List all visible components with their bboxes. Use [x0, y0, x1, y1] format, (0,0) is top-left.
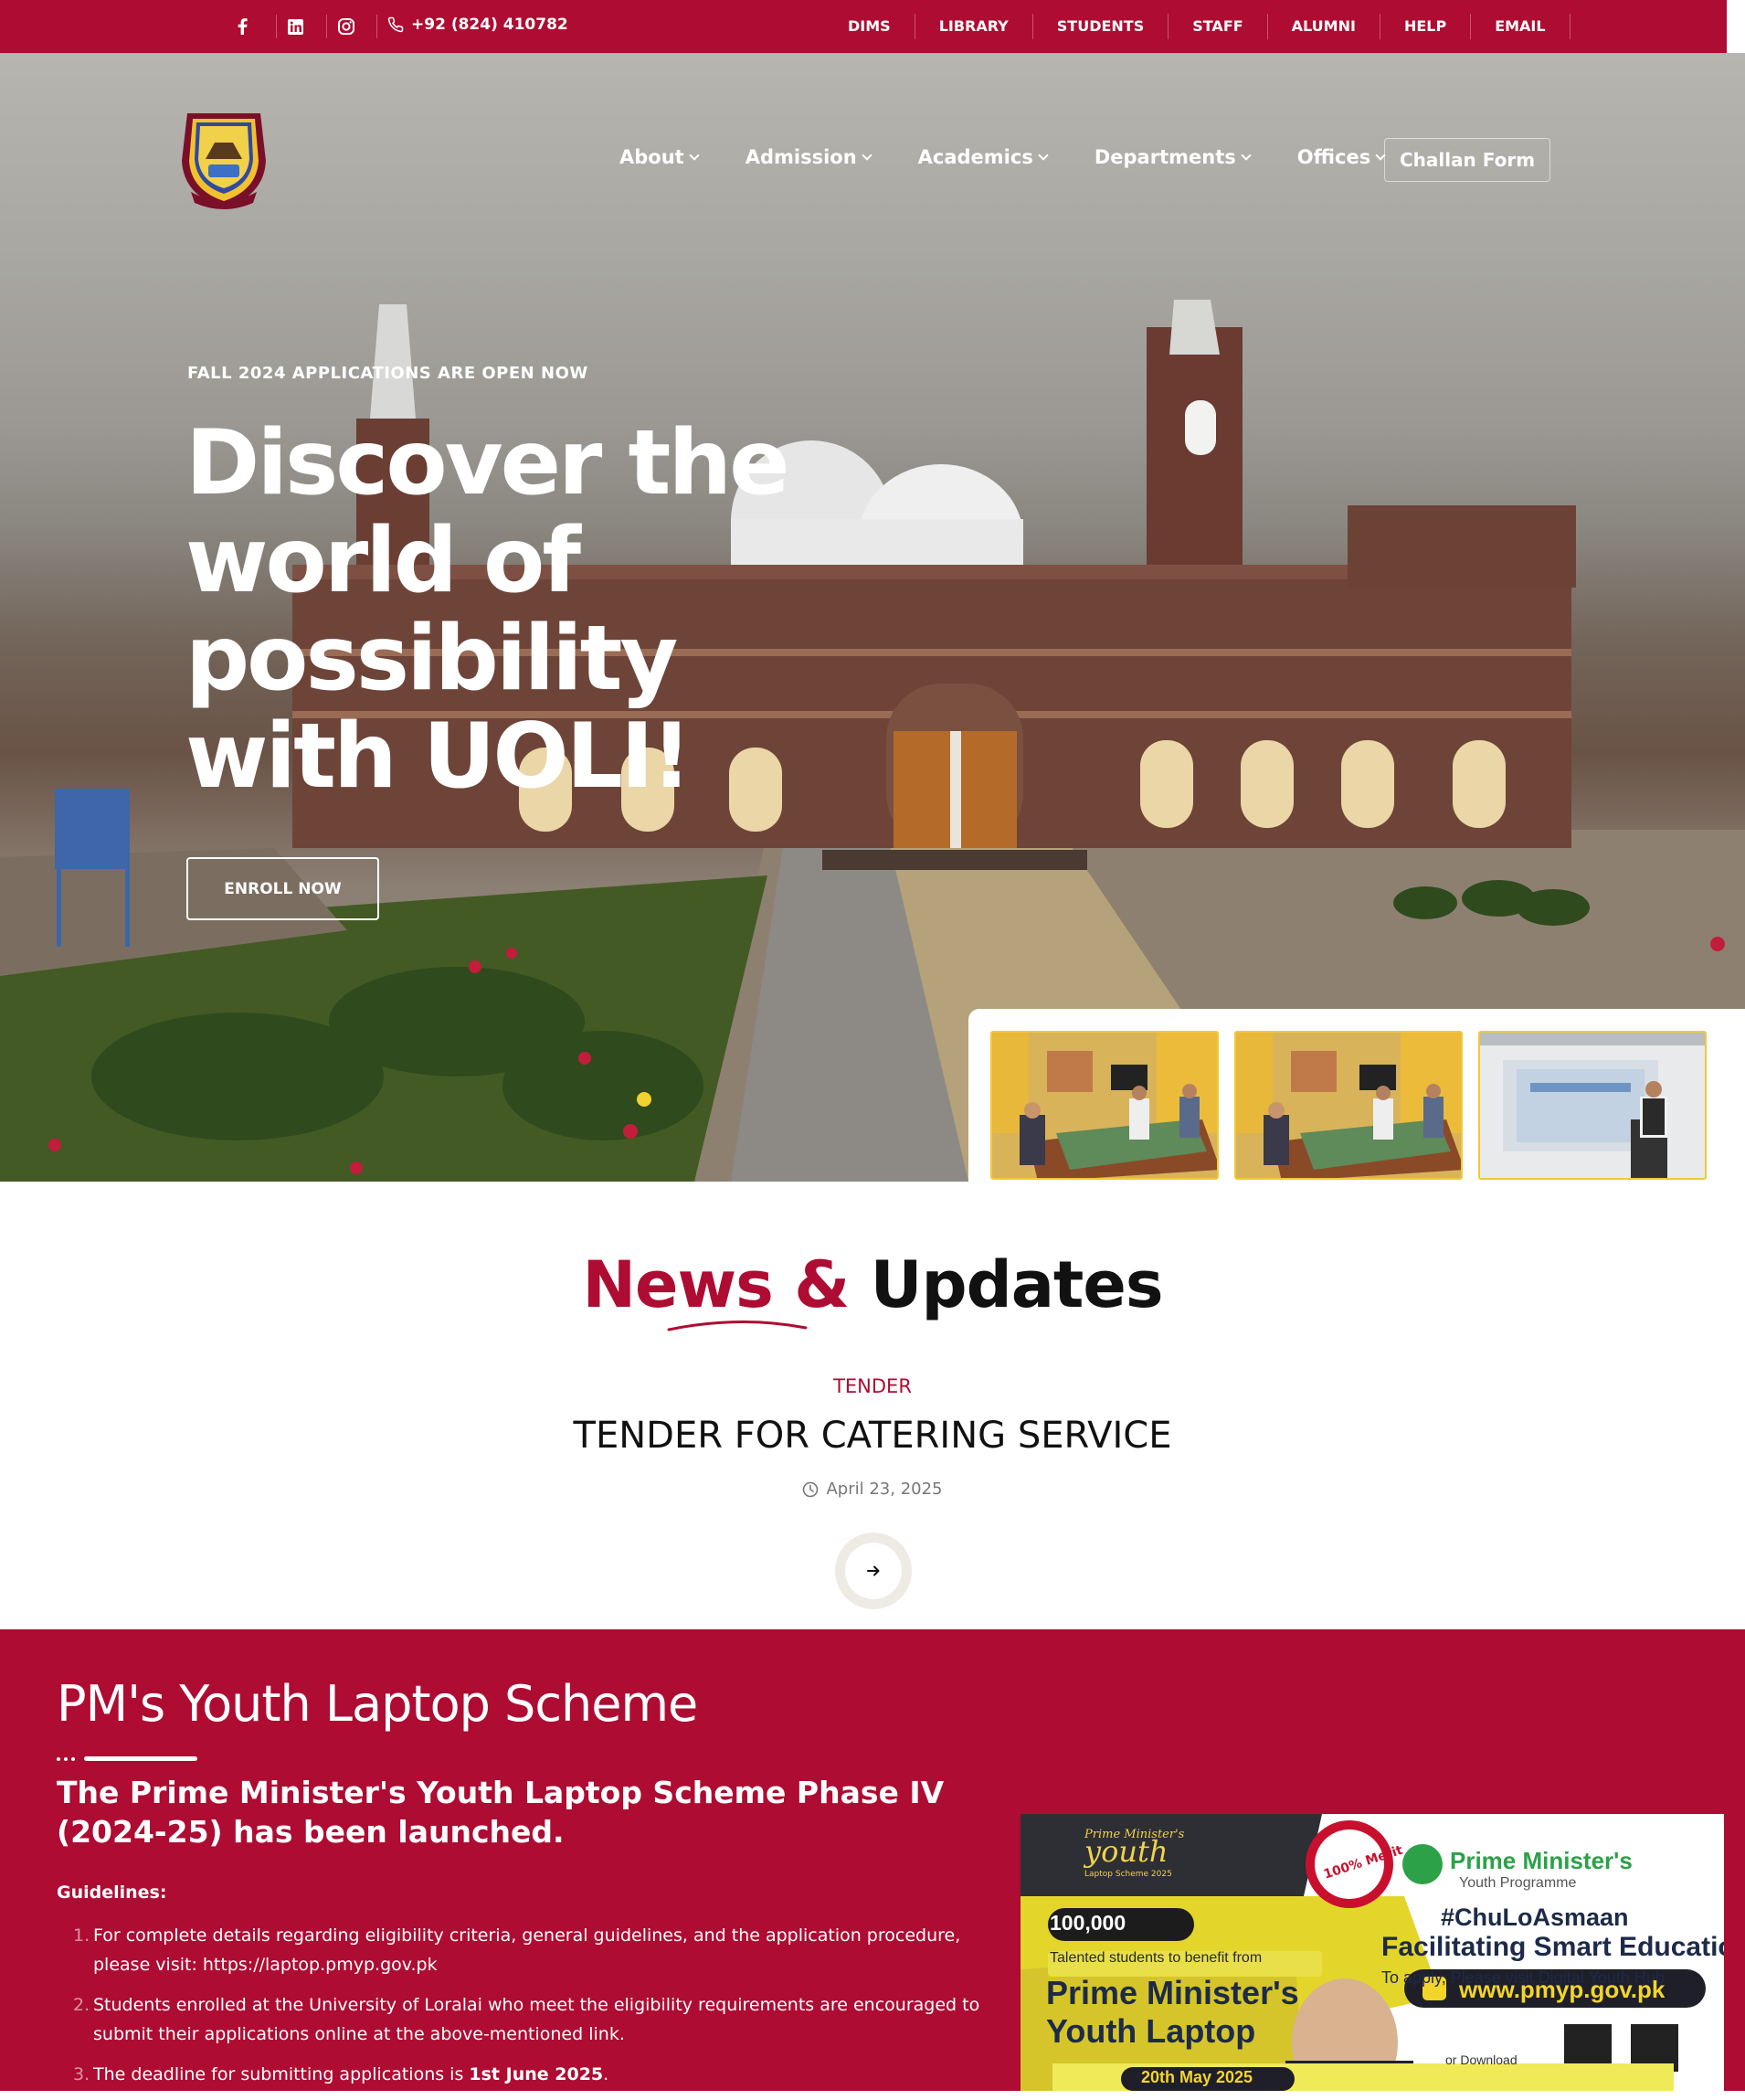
- chevron-down-icon: [1038, 150, 1049, 161]
- toplink-students[interactable]: STUDENTS: [1033, 14, 1169, 39]
- laptop-scheme-subtitle: The Prime Minister's Youth Laptop Scheme…: [57, 1775, 945, 1850]
- news-headline[interactable]: TENDER FOR CATERING SERVICE: [0, 1415, 1745, 1457]
- hero-kicker: FALL 2024 APPLICATIONS ARE OPEN NOW: [187, 364, 588, 383]
- chevron-down-icon: [861, 150, 872, 161]
- hero-thumbnails: [968, 1009, 1745, 1182]
- thumbnail-meeting-2[interactable]: [1234, 1031, 1463, 1180]
- nav-offices[interactable]: Offices: [1297, 146, 1386, 168]
- arrow-right-icon: [867, 1565, 880, 1576]
- thumbnail-presentation[interactable]: [1478, 1031, 1707, 1180]
- phone-number: +92 (824) 410782: [411, 16, 568, 34]
- guidelines-list: 1. For complete details regarding eligibi…: [57, 1921, 1016, 2100]
- svg-text:Talented students to benefit f: Talented students to benefit from: [1050, 1950, 1262, 1966]
- phone-icon: [387, 16, 404, 33]
- laptop-scheme-title: PM's Youth Laptop Scheme: [57, 1675, 698, 1733]
- title-divider: [57, 1756, 197, 1761]
- news-date: April 23, 2025: [0, 1480, 1745, 1499]
- chevron-down-icon: [1241, 150, 1252, 161]
- guideline-item: 1. For complete details regarding eligibi…: [73, 1925, 961, 1975]
- hero-title: Discover the world of possibility with U…: [185, 411, 790, 809]
- toplink-staff[interactable]: STAFF: [1169, 14, 1268, 39]
- nav-academics[interactable]: Academics: [918, 146, 1049, 168]
- instagram-icon[interactable]: [336, 16, 356, 37]
- divider: [326, 15, 327, 38]
- svg-text:Youth Laptop: Youth Laptop: [1046, 2012, 1255, 2050]
- linkedin-icon[interactable]: [285, 16, 305, 37]
- challan-form-button[interactable]: Challan Form: [1384, 138, 1550, 182]
- news-title: News & Updates: [582, 1247, 1163, 1322]
- hero-section: About Admission Academics Departments Of…: [0, 53, 1745, 1182]
- svg-text:youth: youth: [1083, 1834, 1168, 1869]
- thumbnail-meeting-1[interactable]: [990, 1031, 1219, 1180]
- enroll-now-button[interactable]: ENROLL NOW: [186, 857, 379, 920]
- nav-departments[interactable]: Departments: [1095, 146, 1252, 168]
- top-links: DIMS LIBRARY STUDENTS STAFF ALUMNI HELP …: [831, 0, 1570, 53]
- news-next-inner: [845, 1543, 902, 1599]
- svg-text:#ChuLoAsmaan: #ChuLoAsmaan: [1441, 1904, 1629, 1931]
- phone-link[interactable]: +92 (824) 410782: [387, 16, 568, 34]
- title-underline-decoration: [667, 1320, 808, 1331]
- facebook-icon[interactable]: [232, 16, 252, 37]
- guidelines-label: Guidelines:: [57, 1883, 167, 1903]
- guideline-item: 3. The deadline for submitting applicatio…: [73, 2064, 609, 2084]
- toplink-library[interactable]: LIBRARY: [915, 14, 1033, 39]
- main-nav: About Admission Academics Departments Of…: [619, 146, 1432, 168]
- svg-text:www.pmyp.gov.pk: www.pmyp.gov.pk: [1458, 1976, 1666, 2003]
- nav-admission[interactable]: Admission: [746, 146, 872, 168]
- divider: [276, 15, 277, 38]
- toplink-dims[interactable]: DIMS: [831, 14, 915, 39]
- deadline-date: 1st June 2025: [469, 2064, 604, 2084]
- svg-text:or Download: or Download: [1445, 2052, 1518, 2067]
- laptop-scheme-banner[interactable]: Prime Minister's youth Laptop Scheme 202…: [1021, 1814, 1724, 2091]
- svg-text:Facilitating Smart Education: Facilitating Smart Education: [1381, 1932, 1724, 1962]
- svg-text:Laptop Scheme 2025: Laptop Scheme 2025: [1084, 1870, 1172, 1879]
- divider: [376, 15, 377, 38]
- clock-icon: [803, 1481, 819, 1497]
- nav-about[interactable]: About: [619, 146, 700, 168]
- news-next-button[interactable]: [835, 1533, 912, 1609]
- toplink-email[interactable]: EMAIL: [1471, 14, 1570, 39]
- svg-text:Youth Programme: Youth Programme: [1459, 1875, 1576, 1891]
- svg-text:100,000: 100,000: [1050, 1911, 1126, 1935]
- chevron-down-icon: [689, 150, 700, 161]
- toplink-alumni[interactable]: ALUMNI: [1268, 14, 1380, 39]
- news-category[interactable]: TENDER: [0, 1375, 1745, 1397]
- toplink-help[interactable]: HELP: [1380, 14, 1472, 39]
- guideline-item: 2. Students enrolled at the University of…: [73, 1995, 980, 2044]
- svg-text:Prime Minister's: Prime Minister's: [1046, 1974, 1299, 2011]
- university-logo[interactable]: [178, 108, 270, 212]
- svg-text:Prime Minister's: Prime Minister's: [1450, 1847, 1633, 1874]
- top-bar: +92 (824) 410782 DIMS LIBRARY STUDENTS S…: [0, 0, 1727, 53]
- svg-text:20th May 2025: 20th May 2025: [1141, 2068, 1253, 2086]
